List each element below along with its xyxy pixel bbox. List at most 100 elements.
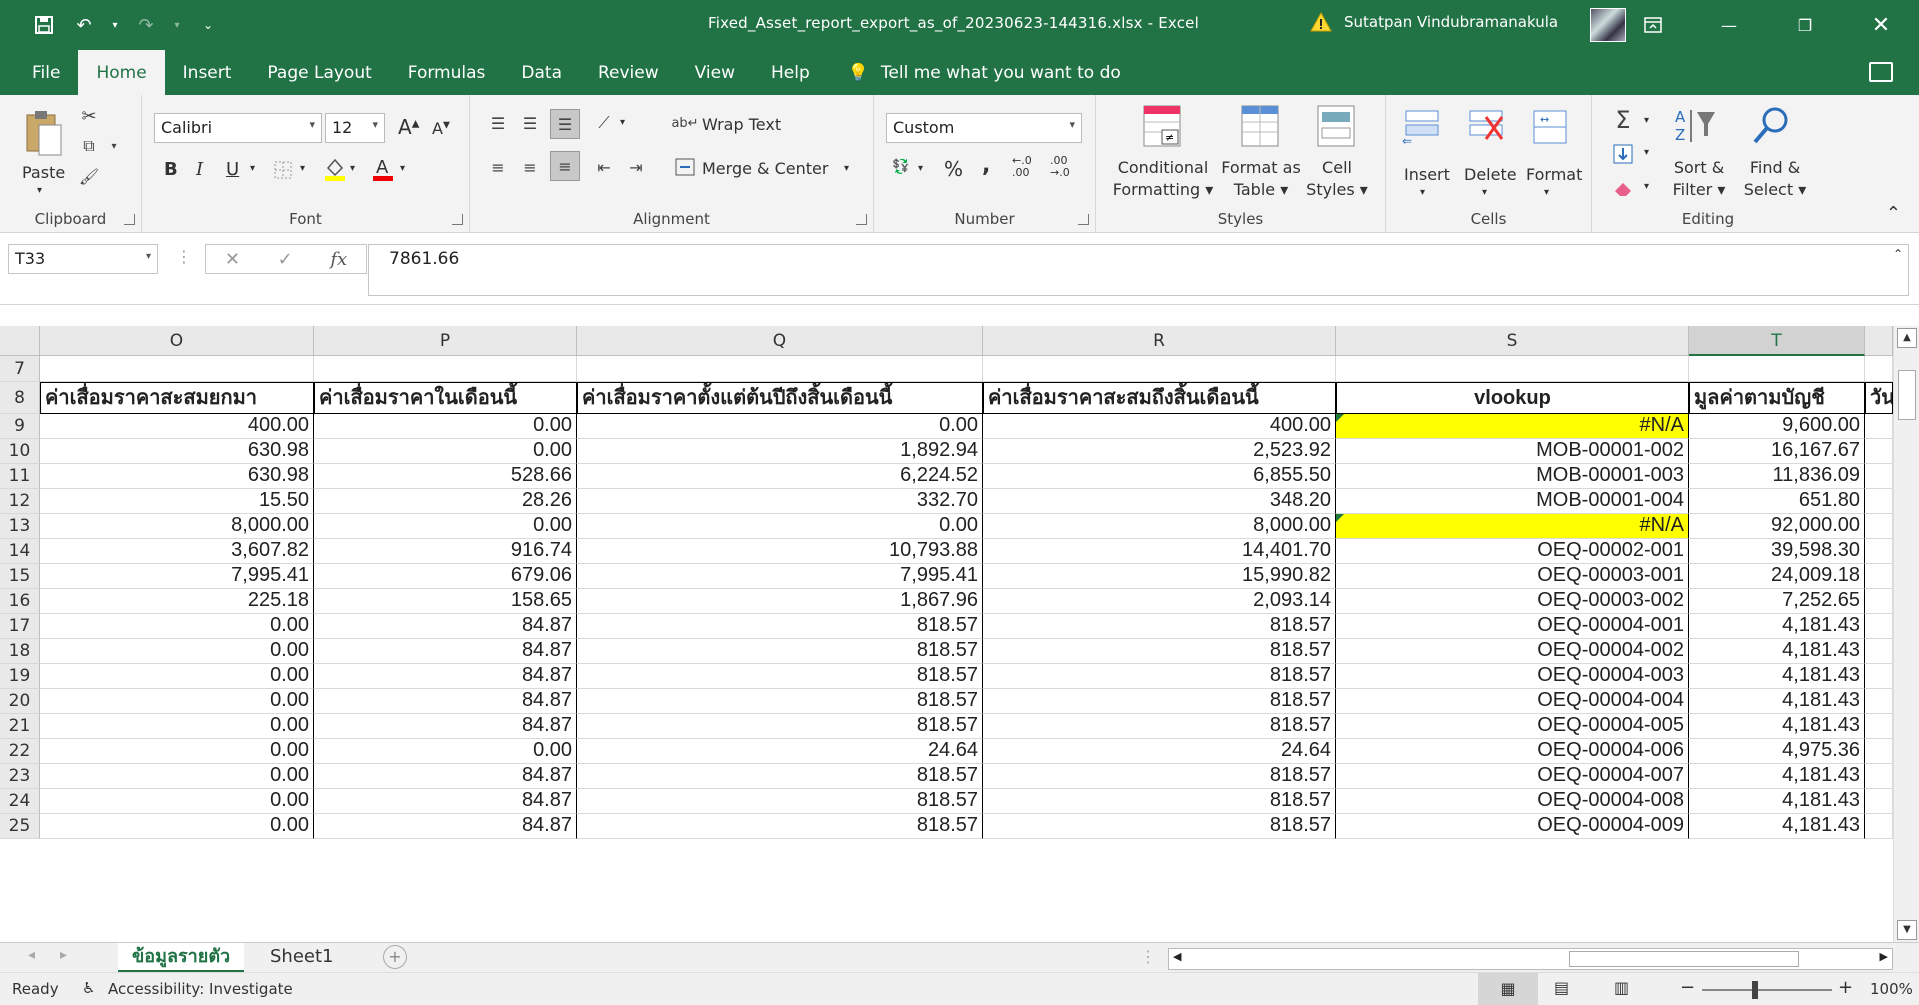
cell-q24[interactable]: 818.57 <box>577 789 983 814</box>
number-format-combo[interactable]: Custom ▾ <box>886 113 1082 143</box>
cell-q17[interactable]: 818.57 <box>577 614 983 639</box>
cell-t23[interactable]: 4,181.43 <box>1689 764 1865 789</box>
cell-u7[interactable] <box>1865 356 1893 382</box>
cell-t13[interactable]: 92,000.00 <box>1689 514 1865 539</box>
align-bottom-icon[interactable]: ☰ <box>550 109 580 139</box>
tab-view[interactable]: View <box>677 50 753 95</box>
cell-r10[interactable]: 2,523.92 <box>983 439 1336 464</box>
cell-q14[interactable]: 10,793.88 <box>577 539 983 564</box>
tab-page-layout[interactable]: Page Layout <box>249 50 389 95</box>
cell-t14[interactable]: 39,598.30 <box>1689 539 1865 564</box>
font-color-icon[interactable]: A <box>370 155 396 183</box>
cell-o10[interactable]: 630.98 <box>40 439 314 464</box>
cell-o13[interactable]: 8,000.00 <box>40 514 314 539</box>
font-launcher-icon[interactable] <box>452 214 463 225</box>
cell-t19[interactable]: 4,181.43 <box>1689 664 1865 689</box>
borders-icon[interactable] <box>272 159 294 181</box>
cell-p21[interactable]: 84.87 <box>314 714 577 739</box>
decrease-font-icon[interactable]: A▼ <box>432 119 450 138</box>
tab-insert[interactable]: Insert <box>165 50 250 95</box>
horizontal-scrollbar[interactable]: ◀ ▶ <box>1168 948 1893 970</box>
cell-p20[interactable]: 84.87 <box>314 689 577 714</box>
wrap-text-button[interactable]: Wrap Text <box>702 115 781 134</box>
cell-r9[interactable]: 400.00 <box>983 414 1336 439</box>
expand-formula-bar-icon[interactable]: ⌃ <box>1893 247 1903 261</box>
percent-style-icon[interactable]: % <box>944 157 963 181</box>
clear-icon[interactable] <box>1610 175 1636 201</box>
cell-q7[interactable] <box>577 356 983 382</box>
cell-t10[interactable]: 16,167.67 <box>1689 439 1865 464</box>
cell-r11[interactable]: 6,855.50 <box>983 464 1336 489</box>
comments-icon[interactable] <box>1869 62 1893 82</box>
insert-function-icon[interactable]: fx <box>330 249 347 270</box>
cell-t15[interactable]: 24,009.18 <box>1689 564 1865 589</box>
cell-o18[interactable]: 0.00 <box>40 639 314 664</box>
cancel-icon[interactable]: ✕ <box>225 249 240 270</box>
cell-u15[interactable] <box>1865 564 1893 589</box>
row-header-24[interactable]: 24 <box>0 789 40 814</box>
tab-data[interactable]: Data <box>503 50 580 95</box>
cell-q23[interactable]: 818.57 <box>577 764 983 789</box>
cell-u17[interactable] <box>1865 614 1893 639</box>
zoom-level[interactable]: 100% <box>1870 980 1913 998</box>
number-launcher-icon[interactable] <box>1078 214 1089 225</box>
align-right-icon[interactable]: ≡ <box>550 151 580 181</box>
cell-p10[interactable]: 0.00 <box>314 439 577 464</box>
underline-icon[interactable]: U <box>226 159 239 180</box>
fill-color-dropdown-icon[interactable]: ▾ <box>350 163 355 174</box>
ribbon-display-options-icon[interactable] <box>1615 0 1691 50</box>
page-break-view-icon[interactable]: ▥ <box>1614 978 1629 997</box>
sheet-tab-data[interactable]: ข้อมูลรายตัว <box>118 943 245 973</box>
cell-s16[interactable]: OEQ-00003-002 <box>1336 589 1689 614</box>
row-header-19[interactable]: 19 <box>0 664 40 689</box>
cell-p12[interactable]: 28.26 <box>314 489 577 514</box>
cell-u25[interactable] <box>1865 814 1893 839</box>
cell-u21[interactable] <box>1865 714 1893 739</box>
accounting-dropdown-icon[interactable]: ▾ <box>918 163 923 174</box>
borders-dropdown-icon[interactable]: ▾ <box>300 163 305 174</box>
cell-q10[interactable]: 1,892.94 <box>577 439 983 464</box>
font-color-dropdown-icon[interactable]: ▾ <box>400 163 405 174</box>
column-header-t[interactable]: T <box>1689 326 1865 356</box>
header-cell-q[interactable]: ค่าเสื่อมราคาตั้งแต่ต้นปีถึงสิ้นเดือนนี้ <box>577 382 983 414</box>
cell-u16[interactable] <box>1865 589 1893 614</box>
cell-r22[interactable]: 24.64 <box>983 739 1336 764</box>
tell-me-search[interactable]: 💡 Tell me what you want to do <box>828 50 1121 95</box>
header-cell-r[interactable]: ค่าเสื่อมราคาสะสมถึงสิ้นเดือนนี้ <box>983 382 1336 414</box>
enter-icon[interactable]: ✓ <box>278 249 293 270</box>
fill-color-icon[interactable] <box>322 155 348 183</box>
row-header-12[interactable]: 12 <box>0 489 40 514</box>
header-cell-t[interactable]: มูลค่าตามบัญชี <box>1689 382 1865 414</box>
cell-u19[interactable] <box>1865 664 1893 689</box>
cell-q19[interactable]: 818.57 <box>577 664 983 689</box>
cell-s25[interactable]: OEQ-00004-009 <box>1336 814 1689 839</box>
cell-s11[interactable]: MOB-00001-003 <box>1336 464 1689 489</box>
accounting-format-icon[interactable]: 💱 <box>888 155 914 179</box>
font-name-combo[interactable]: Calibri ▾ <box>154 113 322 143</box>
restore-icon[interactable]: ❐ <box>1767 0 1843 50</box>
cell-s20[interactable]: OEQ-00004-004 <box>1336 689 1689 714</box>
decrease-decimal-icon[interactable]: .00 →.0 <box>1050 155 1070 179</box>
close-icon[interactable]: ✕ <box>1843 0 1919 50</box>
header-cell-o[interactable]: ค่าเสื่อมราคาสะสมยกมา <box>40 382 314 414</box>
autosum-icon[interactable]: Σ <box>1610 106 1636 134</box>
row-header-17[interactable]: 17 <box>0 614 40 639</box>
format-dropdown-icon[interactable]: ▾ <box>1544 187 1549 198</box>
cell-p19[interactable]: 84.87 <box>314 664 577 689</box>
cell-r12[interactable]: 348.20 <box>983 489 1336 514</box>
cell-p15[interactable]: 679.06 <box>314 564 577 589</box>
align-top-icon[interactable]: ☰ <box>486 111 510 135</box>
tab-review[interactable]: Review <box>580 50 677 95</box>
cell-r17[interactable]: 818.57 <box>983 614 1336 639</box>
cell-o25[interactable]: 0.00 <box>40 814 314 839</box>
cell-t17[interactable]: 4,181.43 <box>1689 614 1865 639</box>
cell-t25[interactable]: 4,181.43 <box>1689 814 1865 839</box>
cell-q9[interactable]: 0.00 <box>577 414 983 439</box>
cell-r14[interactable]: 14,401.70 <box>983 539 1336 564</box>
cell-u22[interactable] <box>1865 739 1893 764</box>
undo-icon[interactable]: ↶ <box>68 9 100 41</box>
cell-p11[interactable]: 528.66 <box>314 464 577 489</box>
cell-s13[interactable]: #N/A <box>1336 514 1689 539</box>
cell-s18[interactable]: OEQ-00004-002 <box>1336 639 1689 664</box>
increase-font-icon[interactable]: A▲ <box>398 115 419 139</box>
